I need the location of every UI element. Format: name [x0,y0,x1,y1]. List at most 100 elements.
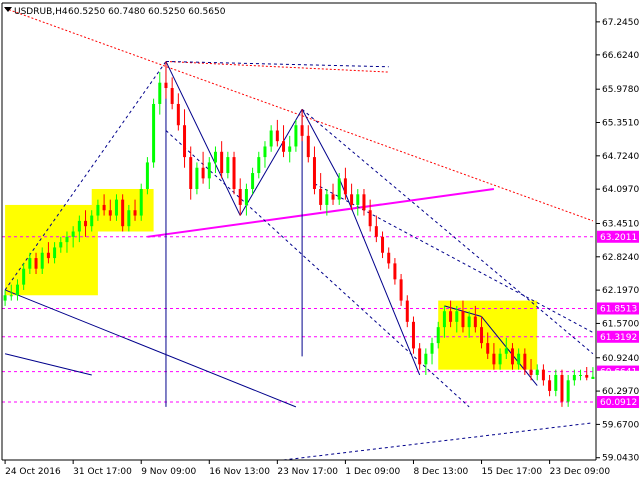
candle-body [374,226,378,237]
candle-body [213,151,217,163]
candle-body [84,220,88,227]
candle-body [15,284,19,296]
candle-body [22,268,26,285]
candle-body [300,125,304,136]
price-tag-label: 61.8513 [600,304,637,314]
candle-body [139,188,143,216]
candle-body [90,215,94,227]
candle-body [560,374,564,402]
candle-body [306,135,310,158]
candle-body [591,376,595,379]
candle-body [288,146,292,152]
candle-body [430,343,434,354]
candle-body [393,263,397,280]
candle-body [467,316,471,328]
candle-body [461,311,465,328]
candle-body [492,353,496,365]
candle-body [244,188,248,205]
candle-body [133,210,137,216]
y-tick-label: 64.7240 [602,152,639,162]
yellow-rectangle [5,204,98,296]
horizontal-resistance-line [165,60,389,73]
candle-body [325,194,329,205]
y-tick-label: 65.9780 [602,85,639,95]
price-level-tag: 61.8513 [597,302,639,315]
candle-body [3,295,7,301]
current-price-tag: 60.5650 [597,370,639,383]
x-tick-label: 8 Dec 13:00 [413,467,468,477]
candle-body [275,130,279,142]
chart-header: USDRUB,H4 60.5250 60.7480 60.5250 60.565… [4,7,226,17]
candle-body [71,231,75,237]
x-tick-label: 16 Nov 13:00 [209,467,270,477]
candle-body [152,103,156,163]
y-tick-label: 63.4510 [602,219,639,229]
candle-body [269,130,273,147]
y-tick-label: 65.3510 [602,119,639,129]
candle-body [263,146,267,158]
candle-body [53,247,57,259]
lower-channel-line [4,289,297,408]
candle-body [405,300,409,322]
candle-body [541,369,545,381]
candle-body [251,173,255,189]
y-tick-label: 60.9240 [602,354,639,364]
zigzag-line [165,61,241,216]
channel-line [283,422,593,461]
candle-body [257,157,261,174]
candle-body [319,188,323,205]
candle-body [480,327,484,344]
channel-line [165,130,470,408]
candle-body [34,258,38,269]
x-tick-label: 15 Dec 17:00 [482,467,543,477]
candle-body [121,199,125,227]
price-tag-label: 61.3192 [600,333,637,343]
candle-body [585,374,589,378]
price-tag-label: 60.5650 [600,373,637,383]
candle-body [127,210,131,227]
candle-body [486,343,490,354]
candle-body [579,374,583,376]
candle-body [517,353,521,365]
candle-body [449,311,453,322]
channel-line [165,60,389,68]
candle-body [343,178,347,195]
candle-body [40,252,44,269]
rectangles-layer [5,188,538,370]
price-level-tag: 60.0912 [597,396,639,409]
y-tick-label: 61.5700 [602,319,639,329]
candle-body [350,194,354,205]
y-tick-label: 59.0430 [602,454,639,464]
candle-body [96,204,100,216]
candle-body [201,167,205,179]
candle-body [399,279,403,301]
collapse-triangle-icon[interactable] [4,7,12,12]
candle-body [114,199,118,216]
candle-body [226,157,230,174]
candle-body [529,369,533,375]
candle-body [523,353,527,370]
candle-body [65,236,69,243]
candle-body [77,220,81,232]
candle-body [145,162,149,189]
y-tick-label: 64.0970 [602,185,639,195]
candle-body [189,157,193,189]
candle-body [170,88,174,104]
candle-body [294,125,298,147]
lower-channel-line [4,353,92,376]
price-tag-label: 60.0912 [600,398,637,408]
chart-ohlc-values: 60.5250 60.7480 60.5250 60.5650 [68,7,226,17]
candle-body [387,252,391,264]
candle-body [195,167,199,189]
candle-body [59,242,63,248]
candle-body [455,311,459,322]
candle-body [362,194,366,211]
candle-body [282,141,286,152]
candle-body [183,125,187,158]
price-level-tag: 61.3192 [597,330,639,343]
candle-body [238,188,242,205]
candle-body [368,210,372,227]
candle-body [498,353,502,365]
candle-body [473,316,477,328]
x-tick-label: 1 Dec 09:00 [345,467,400,477]
